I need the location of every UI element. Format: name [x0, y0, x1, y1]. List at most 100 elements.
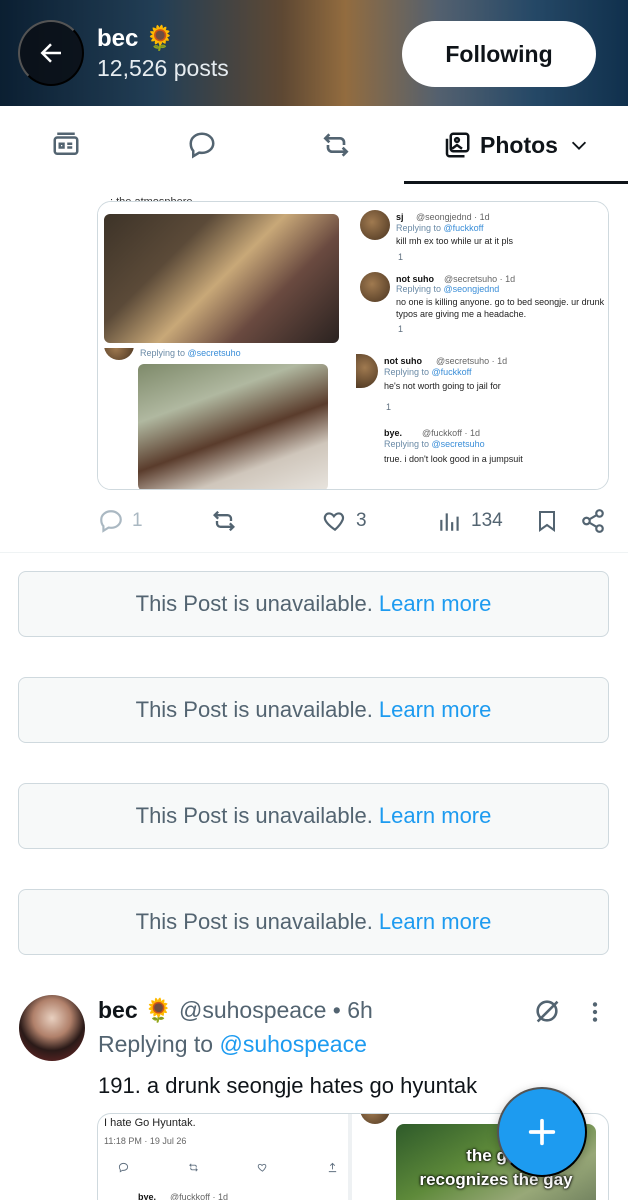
mini-tweet-text: I hate Go Hyuntak.	[104, 1117, 196, 1129]
mini-tweet-handle: @secretsuho · 1d	[444, 274, 516, 284]
mini-reply-count: 1	[386, 402, 392, 412]
replying-to: Replying to @suhospeace	[98, 1031, 367, 1058]
unavailable-text: This Post is unavailable.	[135, 591, 373, 616]
media-panel-top-right[interactable]: sj @seongjednd · 1d Replying to @fuckkof…	[356, 202, 608, 346]
avatar	[360, 1114, 390, 1124]
learn-more-link[interactable]: Learn more	[379, 591, 492, 617]
bookmark-action[interactable]	[535, 500, 559, 542]
reply-handle-link[interactable]: @suhospeace	[219, 1031, 366, 1057]
like-count: 3	[356, 510, 367, 531]
reply-prefix: Replying to	[396, 223, 444, 233]
avatar	[104, 348, 134, 360]
reply-handle: @secretsuho	[187, 348, 241, 358]
article-icon	[53, 132, 79, 155]
mini-tweet-time: 11:18 PM · 19 Jul 26	[104, 1136, 187, 1146]
repost-action[interactable]	[210, 500, 238, 542]
image-caption: recognizes the gay	[419, 1170, 573, 1189]
photos-icon	[445, 132, 470, 158]
heart-icon	[323, 512, 345, 532]
reply-icon	[118, 1162, 129, 1173]
learn-more-link[interactable]: Learn more	[379, 909, 492, 935]
media-photo	[104, 214, 339, 343]
mini-tweet-handle: @seongjednd · 1d	[416, 212, 490, 222]
avatar	[356, 354, 378, 388]
share-icon	[328, 1162, 337, 1173]
more-vertical-icon	[592, 1002, 598, 1022]
mini-tweet-text: no one is killing anyone. go to bed seon…	[396, 297, 605, 319]
unavailable-post: This Post is unavailable. Learn more	[18, 677, 609, 743]
mini-tweet-handle: @secretsuho · 1d	[436, 356, 508, 366]
post-author-handle[interactable]: @suhospeace • 6h	[179, 997, 373, 1024]
mini-tweet-text: he's not worth going to jail for	[384, 381, 501, 391]
tab-replies[interactable]	[158, 106, 246, 184]
mini-actions: 1	[398, 252, 403, 262]
unavailable-text: This Post is unavailable.	[135, 803, 373, 828]
active-tab-indicator	[404, 181, 628, 184]
media-panel-left[interactable]: I hate Go Hyuntak. 11:18 PM · 19 Jul 26 …	[98, 1114, 352, 1200]
grok-icon	[536, 1000, 559, 1023]
learn-more-link[interactable]: Learn more	[379, 697, 492, 723]
media-panel-bottom-right[interactable]: not suho @secretsuho · 1d Replying to @f…	[356, 348, 608, 489]
following-button[interactable]: Following	[402, 21, 596, 87]
grok-button[interactable]	[533, 997, 561, 1030]
unavailable-text: This Post is unavailable.	[135, 697, 373, 722]
unavailable-text: This Post is unavailable.	[135, 909, 373, 934]
views-action[interactable]: 134	[437, 500, 503, 542]
mini-tweet-name: sj	[396, 212, 404, 222]
reply-count: 1	[132, 510, 143, 531]
mini-tweet-handle: @fuckkoff · 1d	[170, 1192, 228, 1200]
learn-more-link[interactable]: Learn more	[379, 803, 492, 829]
tab-photos-label: Photos	[480, 131, 558, 158]
post-media-grid[interactable]: sj @seongjednd · 1d Replying to @fuckkof…	[97, 201, 609, 490]
mini-tweet-name: bye.	[138, 1192, 157, 1200]
mini-actions: 1	[386, 402, 391, 412]
media-panel-bottom-left[interactable]: Replying to @secretsuho	[98, 348, 352, 489]
mini-tweet-text: kill mh ex too while ur at it pls	[396, 236, 514, 246]
media-panel-top-left[interactable]	[98, 202, 352, 346]
unavailable-post: This Post is unavailable. Learn more	[18, 571, 609, 637]
post-text: 191. a drunk seongje hates go hyuntak	[98, 1073, 478, 1098]
more-options-button[interactable]	[586, 999, 604, 1030]
view-count: 134	[471, 510, 503, 531]
unavailable-post: This Post is unavailable. Learn more	[18, 889, 609, 955]
reply-prefix: Replying to	[140, 348, 188, 358]
post-count: 12,526 posts	[97, 55, 229, 81]
mini-actions	[118, 1162, 338, 1173]
tab-photos[interactable]: Photos	[404, 106, 628, 184]
post-actions: 1 3 134	[0, 500, 628, 542]
reply-prefix: Replying to	[98, 1031, 220, 1057]
avatar[interactable]	[19, 995, 85, 1061]
arrow-left-icon	[40, 43, 61, 63]
reply-icon	[100, 510, 122, 533]
tab-articles[interactable]	[22, 106, 110, 184]
repost-icon	[323, 133, 349, 157]
reply-bubble-icon	[189, 132, 215, 159]
reply-handle: @fuckkoff	[443, 223, 484, 233]
reply-action[interactable]: 1	[98, 500, 143, 542]
mini-actions: 1	[398, 324, 403, 334]
share-icon	[582, 509, 604, 533]
tab-reposts[interactable]	[292, 106, 380, 184]
repost-icon	[188, 1163, 198, 1172]
back-button[interactable]	[18, 20, 84, 86]
reply-handle: @fuckkoff	[431, 367, 472, 377]
chevron-down-icon	[571, 141, 587, 150]
post-divider	[0, 552, 628, 553]
profile-tabs: Photos	[0, 106, 628, 184]
post-author-name[interactable]: bec 🌻	[98, 997, 173, 1024]
mini-tweet-name: bye.	[384, 428, 403, 438]
mini-reply-count: 1	[398, 252, 404, 262]
heart-icon	[258, 1163, 267, 1172]
plus-icon	[528, 1118, 556, 1146]
avatar	[360, 272, 390, 302]
mini-tweet-text: true. i don't look good in a jumpsuit	[384, 454, 523, 464]
share-action[interactable]	[580, 500, 606, 542]
views-chart-icon	[440, 513, 459, 531]
media-photo	[138, 364, 328, 489]
profile-name: bec 🌻	[97, 25, 175, 52]
like-action[interactable]: 3	[322, 500, 367, 542]
compose-button[interactable]	[497, 1087, 587, 1177]
bookmark-icon	[539, 511, 555, 532]
reply-handle: @seongjednd	[443, 284, 500, 294]
reply-handle: @secretsuho	[431, 439, 485, 449]
